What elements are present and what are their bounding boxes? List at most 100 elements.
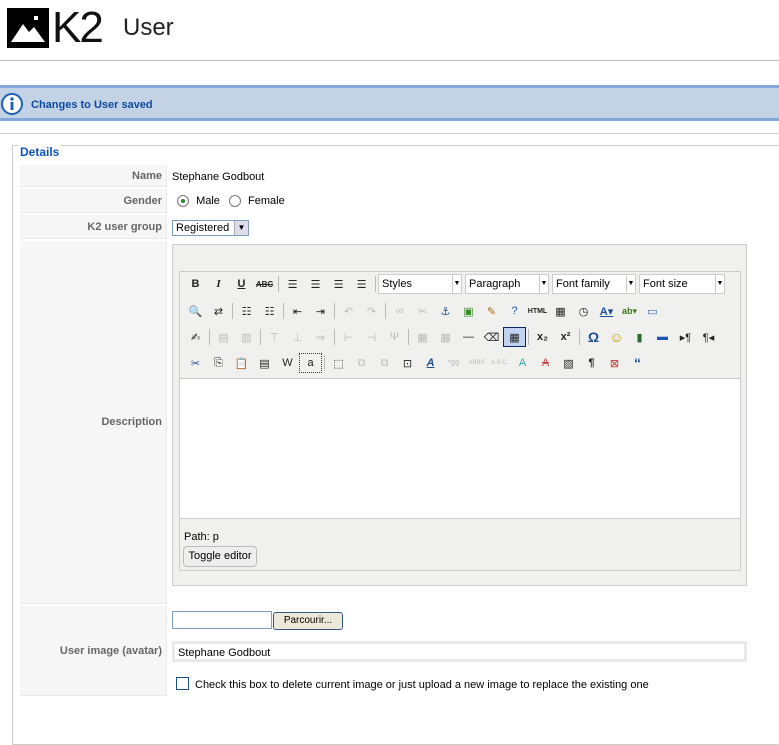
toolbar-row-4: ✂ ⎘ 📋 ▤ W a ⬚ ⧉ ⧉ ⊡ A ꞌꞌ99 ABBS A.B.C. A… — [184, 352, 649, 374]
browse-button[interactable]: Parcourir... — [273, 612, 343, 630]
toolbar-separator — [324, 355, 325, 371]
toolbar-row-3: ✍ ▤ ▥ ⊤ ⊥ ⇒ ⊢ ⊣ Ψ ▦ ▦ — ⌫ ▦ x₂ x² Ω ☺ ▮ … — [184, 326, 720, 348]
del-icon[interactable]: A — [511, 353, 534, 373]
toolbar-separator — [528, 329, 529, 345]
format-select[interactable]: Paragraph ▼ — [465, 274, 549, 294]
highlight-color-icon[interactable]: ab▾ — [618, 301, 641, 321]
insert-layer-icon[interactable]: ⬚ — [327, 353, 350, 373]
toolbar-row-1: B I U ABC ☰ ☰ ☰ ☰ Styles ▼ Paragraph ▼ Fon… — [184, 273, 728, 295]
absolute-icon[interactable]: ⊡ — [396, 353, 419, 373]
gender-female-radio[interactable] — [228, 195, 241, 208]
remove-format-icon[interactable]: ⌫ — [480, 327, 503, 347]
cleanup-icon[interactable]: ✎ — [480, 301, 503, 321]
text-color-icon[interactable]: A▾ — [595, 301, 618, 321]
undo-icon[interactable]: ↶ — [337, 301, 360, 321]
select-all-icon[interactable]: a — [299, 353, 322, 373]
ins-icon[interactable]: A — [534, 353, 557, 373]
delete-row-icon[interactable]: ⇒ — [309, 327, 332, 347]
advhr-icon[interactable]: ▬ — [651, 327, 674, 347]
find-icon[interactable]: 🔍 — [184, 301, 207, 321]
description-label: Description — [20, 241, 167, 604]
indent-icon[interactable]: ⇥ — [309, 301, 332, 321]
row-after-icon[interactable]: ⊥ — [286, 327, 309, 347]
attribs-icon[interactable]: ▧ — [557, 353, 580, 373]
subscript-icon[interactable]: x₂ — [531, 327, 554, 347]
redo-icon[interactable]: ↷ — [360, 301, 383, 321]
move-forward-icon[interactable]: ⧉ — [350, 353, 373, 373]
abbr-icon[interactable]: A.B.C. — [488, 353, 511, 373]
col-after-icon[interactable]: ⊣ — [360, 327, 383, 347]
avatar-file-input[interactable] — [172, 611, 272, 629]
blockquote-icon[interactable]: “ — [626, 353, 649, 373]
unlink-icon[interactable]: ✂ — [411, 301, 434, 321]
chevron-down-icon: ▼ — [715, 275, 724, 293]
editor-content-area[interactable] — [179, 378, 741, 519]
merge-cells-icon[interactable]: ▦ — [411, 327, 434, 347]
align-justify-icon[interactable]: ☰ — [350, 274, 373, 294]
anchor-icon[interactable]: ⚓ — [434, 301, 457, 321]
horizontal-rule-icon[interactable]: — — [457, 327, 480, 347]
toolbar-separator — [283, 303, 284, 319]
underline-icon[interactable]: U — [230, 274, 253, 294]
insert-date-icon[interactable]: ▦ — [549, 301, 572, 321]
html-icon[interactable]: HTML — [526, 301, 549, 321]
toolbar-separator — [260, 329, 261, 345]
gender-male-radio[interactable] — [177, 195, 189, 208]
paste-icon[interactable]: 📋 — [230, 353, 253, 373]
cite-icon[interactable]: ꞌꞌ99 — [442, 353, 465, 373]
align-right-icon[interactable]: ☰ — [327, 274, 350, 294]
help-icon[interactable]: ? — [503, 301, 526, 321]
nonbreaking-icon[interactable]: ⊠ — [603, 353, 626, 373]
insert-time-icon[interactable]: ◷ — [572, 301, 595, 321]
move-backward-icon[interactable]: ⧉ — [373, 353, 396, 373]
numbered-list-icon[interactable]: ☷ — [258, 301, 281, 321]
bullet-list-icon[interactable]: ☷ — [235, 301, 258, 321]
copy-icon[interactable]: ⎘ — [207, 353, 230, 373]
visual-chars-icon[interactable]: ¶ — [580, 353, 603, 373]
gender-male-label: Male — [196, 195, 220, 208]
media-icon[interactable]: ▮ — [628, 327, 651, 347]
align-left-icon[interactable]: ☰ — [281, 274, 304, 294]
replace-icon[interactable]: ⇄ — [207, 301, 230, 321]
paste-word-icon[interactable]: W — [276, 353, 299, 373]
ltr-icon[interactable]: ▸¶ — [674, 327, 697, 347]
name-value: Stephane Godbout — [172, 171, 265, 183]
avatar-name-field[interactable]: Stephane Godbout — [172, 641, 747, 662]
italic-icon[interactable]: I — [207, 274, 230, 294]
rtl-icon[interactable]: ¶◂ — [697, 327, 720, 347]
image-icon[interactable]: ▣ — [457, 301, 480, 321]
row-before-icon[interactable]: ⊤ — [263, 327, 286, 347]
header: K2 User — [0, 0, 779, 62]
outdent-icon[interactable]: ⇤ — [286, 301, 309, 321]
font-family-select[interactable]: Font family ▼ — [552, 274, 636, 294]
split-cells-icon[interactable]: ▦ — [434, 327, 457, 347]
cell-props-icon[interactable]: ▥ — [235, 327, 258, 347]
paste-text-icon[interactable]: ▤ — [253, 353, 276, 373]
toolbar-separator — [334, 329, 335, 345]
col-before-icon[interactable]: ⊢ — [337, 327, 360, 347]
delete-image-checkbox[interactable] — [176, 677, 189, 690]
edit-icon[interactable]: ✍ — [184, 327, 207, 347]
table-icon[interactable]: ▦ — [503, 327, 526, 347]
gender-female-label: Female — [248, 195, 285, 208]
row-props-icon[interactable]: ▤ — [212, 327, 235, 347]
emoticon-icon[interactable]: ☺ — [605, 327, 628, 347]
fullscreen-icon[interactable]: ▭ — [641, 301, 664, 321]
bold-icon[interactable]: B — [184, 274, 207, 294]
delete-col-icon[interactable]: Ψ — [383, 327, 406, 347]
user-group-select[interactable]: Registered ▼ — [172, 220, 249, 236]
acronym-icon[interactable]: ABBS — [465, 353, 488, 373]
font-size-select[interactable]: Font size ▼ — [639, 274, 725, 294]
styleprops-icon[interactable]: A — [419, 353, 442, 373]
superscript-icon[interactable]: x² — [554, 327, 577, 347]
align-center-icon[interactable]: ☰ — [304, 274, 327, 294]
divider — [0, 60, 779, 61]
cut-icon[interactable]: ✂ — [184, 353, 207, 373]
toggle-editor-button[interactable]: Toggle editor — [183, 546, 257, 567]
group-label: K2 user group — [20, 215, 167, 239]
link-icon[interactable]: ∞ — [388, 301, 411, 321]
styles-select[interactable]: Styles ▼ — [378, 274, 462, 294]
toolbar-separator — [385, 303, 386, 319]
strikethrough-icon[interactable]: ABC — [253, 274, 276, 294]
special-char-icon[interactable]: Ω — [582, 327, 605, 347]
